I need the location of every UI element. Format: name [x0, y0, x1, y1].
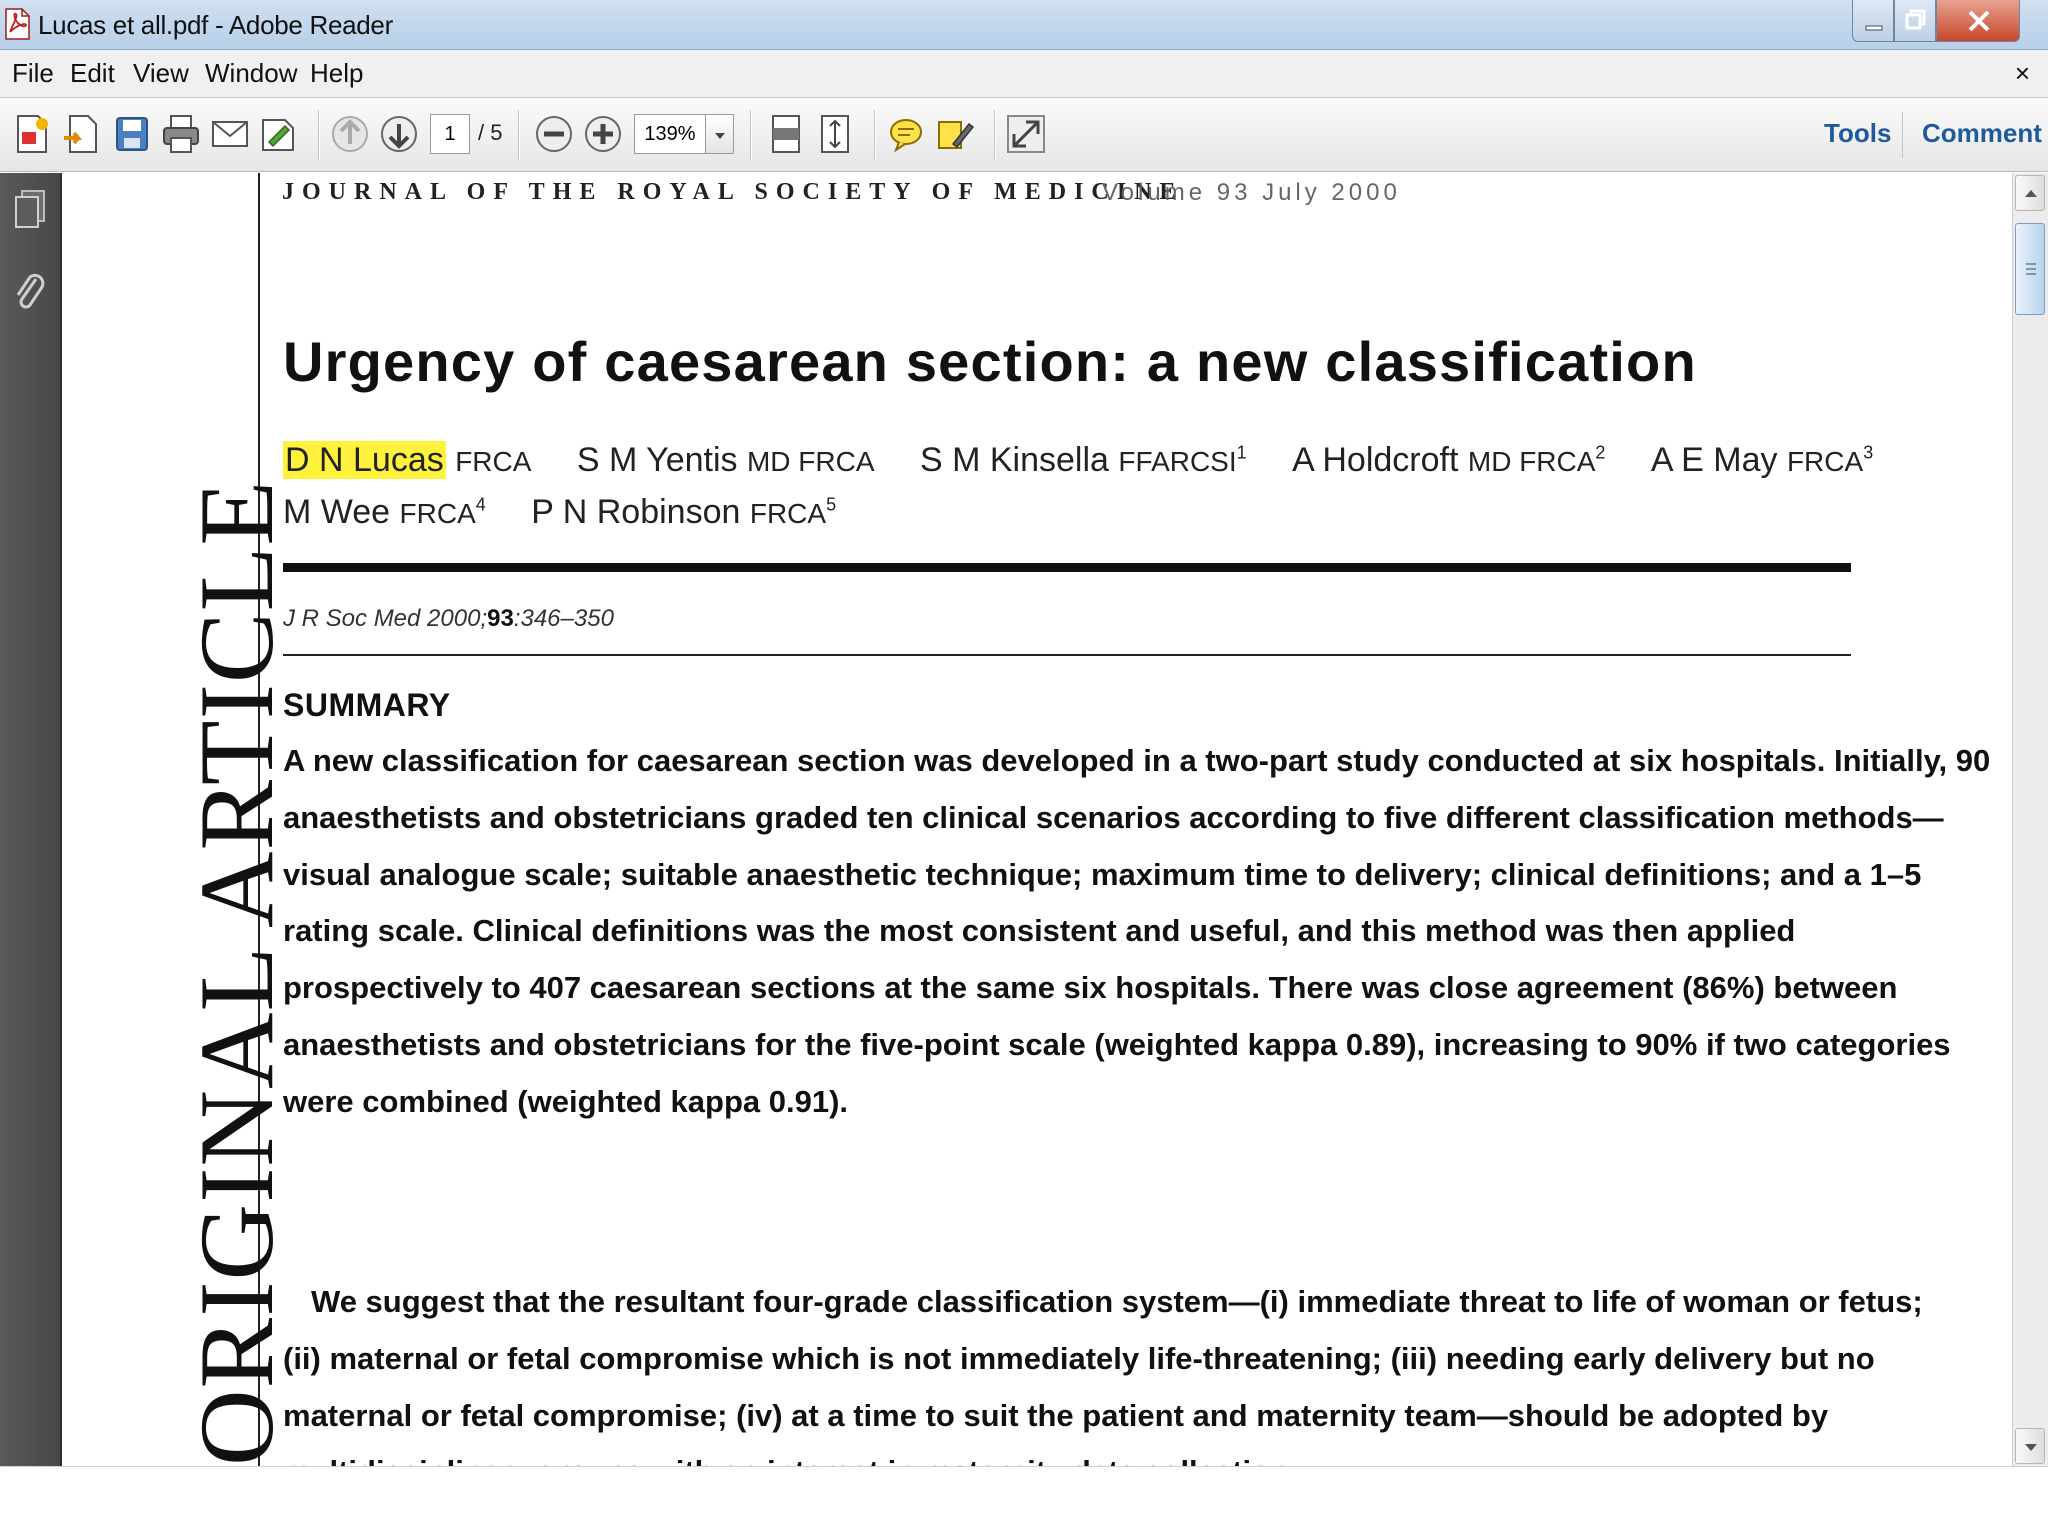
page-number-input[interactable]: 1: [430, 114, 470, 154]
minimize-button[interactable]: [1852, 0, 1894, 42]
toolbar-separator: [750, 110, 752, 160]
open-icon[interactable]: [60, 112, 104, 156]
next-page-icon[interactable]: [377, 112, 421, 156]
chevron-down-icon: [715, 133, 725, 139]
text-line: multidisciplinary groups with an interes…: [283, 1444, 1863, 1466]
author-holdcroft: A Holdcroft MD FRCA2: [1292, 441, 1606, 479]
save-icon[interactable]: [110, 112, 154, 156]
previous-page-icon[interactable]: [328, 112, 372, 156]
fullscreen-icon[interactable]: [1004, 112, 1048, 156]
summary-heading: SUMMARY: [283, 687, 451, 723]
menu-window[interactable]: Window: [205, 58, 297, 89]
scrollbar-thumb[interactable]: [2015, 223, 2045, 315]
highlighted-author-name: D N Lucas: [283, 441, 446, 479]
print-icon[interactable]: [159, 112, 203, 156]
zoom-in-icon[interactable]: [581, 112, 625, 156]
adobe-reader-icon: [5, 8, 30, 40]
adobe-reader-window: Lucas et all.pdf - Adobe Reader File Edi…: [0, 0, 2048, 1536]
text-line: were combined (weighted kappa 0.91).: [283, 1083, 849, 1119]
toolbar-separator: [518, 110, 520, 160]
email-icon[interactable]: [208, 112, 252, 156]
summary-paragraph-2: We suggest that the resultant four-grade…: [283, 1274, 1923, 1466]
text-line: anaesthetists and obstetricians graded t…: [283, 799, 1944, 835]
text-line: A new classification for caesarean secti…: [283, 743, 1991, 778]
text-line: (ii) maternal or fetal compromise which …: [283, 1340, 1875, 1376]
author-robinson: P N Robinson FRCA5: [531, 493, 837, 531]
toolbar-separator: [874, 110, 876, 160]
text-line: anaesthetists and obstetricians for the …: [283, 1026, 1951, 1062]
zoom-dropdown-button[interactable]: [706, 114, 734, 154]
pages-icon[interactable]: [12, 187, 48, 235]
zoom-out-icon[interactable]: [532, 112, 576, 156]
author-list-row-1: D N Lucas FRCA S M Yentis MD FRCA S M Ki…: [283, 441, 1909, 480]
close-document-button[interactable]: ×: [2015, 58, 2030, 89]
grip-icon: [2026, 263, 2036, 275]
header-divider-thin: [283, 654, 1851, 656]
article-title: Urgency of caesarean section: a new clas…: [283, 330, 1697, 393]
scroll-up-button[interactable]: [2015, 175, 2045, 211]
navigation-pane: [0, 173, 62, 1466]
minimize-icon: [1865, 25, 1883, 31]
text-line: maternal or fetal compromise; (iv) at a …: [283, 1397, 1829, 1433]
menu-file[interactable]: File: [12, 58, 54, 89]
highlight-icon[interactable]: [933, 112, 977, 156]
article-type-label: ORIGINAL ARTICLE: [178, 479, 295, 1466]
summary-paragraph-1: A new classification for caesarean secti…: [283, 733, 1991, 1131]
page-total: / 5: [478, 120, 503, 145]
author-lucas: D N Lucas FRCA: [283, 441, 532, 479]
fit-page-icon[interactable]: [764, 112, 808, 156]
menu-view[interactable]: View: [133, 58, 189, 89]
attachment-icon[interactable]: [12, 269, 48, 317]
journal-volume: Volume 93 July 2000: [1102, 179, 1401, 206]
text-line: rating scale. Clinical definitions was t…: [283, 913, 1796, 949]
title-bar: Lucas et all.pdf - Adobe Reader: [0, 0, 2048, 50]
menu-bar: File Edit View Window Help ×: [0, 50, 2048, 98]
toolbar-separator: [994, 110, 996, 160]
restore-button[interactable]: [1894, 0, 1936, 42]
author-kinsella: S M Kinsella FFARCSI1: [919, 441, 1247, 479]
text-line: visual analogue scale; suitable anaesthe…: [283, 856, 1922, 892]
chevron-down-icon: [2025, 1444, 2037, 1451]
toolbar-separator: [1902, 112, 1903, 158]
zoom-level-input[interactable]: 139%: [634, 114, 706, 154]
fit-width-icon[interactable]: [813, 112, 857, 156]
author-list-row-2: M Wee FRCA4 P N Robinson FRCA5: [283, 493, 872, 532]
window-bottom-edge: [0, 1466, 2048, 1536]
citation: J R Soc Med 2000;93:346–350: [283, 605, 614, 632]
sticky-note-icon[interactable]: [884, 112, 928, 156]
document-view[interactable]: JOURNAL OF THE ROYAL SOCIETY OF MEDICINE…: [62, 173, 2012, 1466]
author-yentis: S M Yentis MD FRCA: [576, 441, 875, 479]
text-line: prospectively to 407 caesarean sections …: [283, 970, 1898, 1006]
close-button[interactable]: [1936, 0, 2020, 42]
header-divider-thick: [283, 563, 1851, 572]
author-wee: M Wee FRCA4: [283, 493, 486, 531]
menu-edit[interactable]: Edit: [70, 58, 115, 89]
chevron-up-icon: [2025, 190, 2037, 197]
toolbar-separator: [318, 110, 320, 160]
text-line: We suggest that the resultant four-grade…: [311, 1284, 1923, 1319]
sign-icon[interactable]: [257, 112, 301, 156]
tools-pane-link[interactable]: Tools: [1824, 118, 1891, 149]
restore-icon: [1905, 9, 1926, 30]
author-may: A E May FRCA3: [1650, 441, 1874, 479]
journal-name: JOURNAL OF THE ROYAL SOCIETY OF MEDICINE: [282, 179, 1184, 205]
close-icon: [1968, 10, 1990, 32]
window-title: Lucas et all.pdf - Adobe Reader: [38, 10, 393, 40]
scroll-down-button[interactable]: [2015, 1428, 2045, 1464]
vertical-scrollbar[interactable]: [2012, 173, 2048, 1466]
comment-pane-link[interactable]: Comment: [1922, 118, 2042, 149]
menu-help[interactable]: Help: [310, 58, 363, 89]
create-pdf-icon[interactable]: [12, 112, 56, 156]
toolbar: 1 / 5 139% Tools Comment: [0, 98, 2048, 172]
